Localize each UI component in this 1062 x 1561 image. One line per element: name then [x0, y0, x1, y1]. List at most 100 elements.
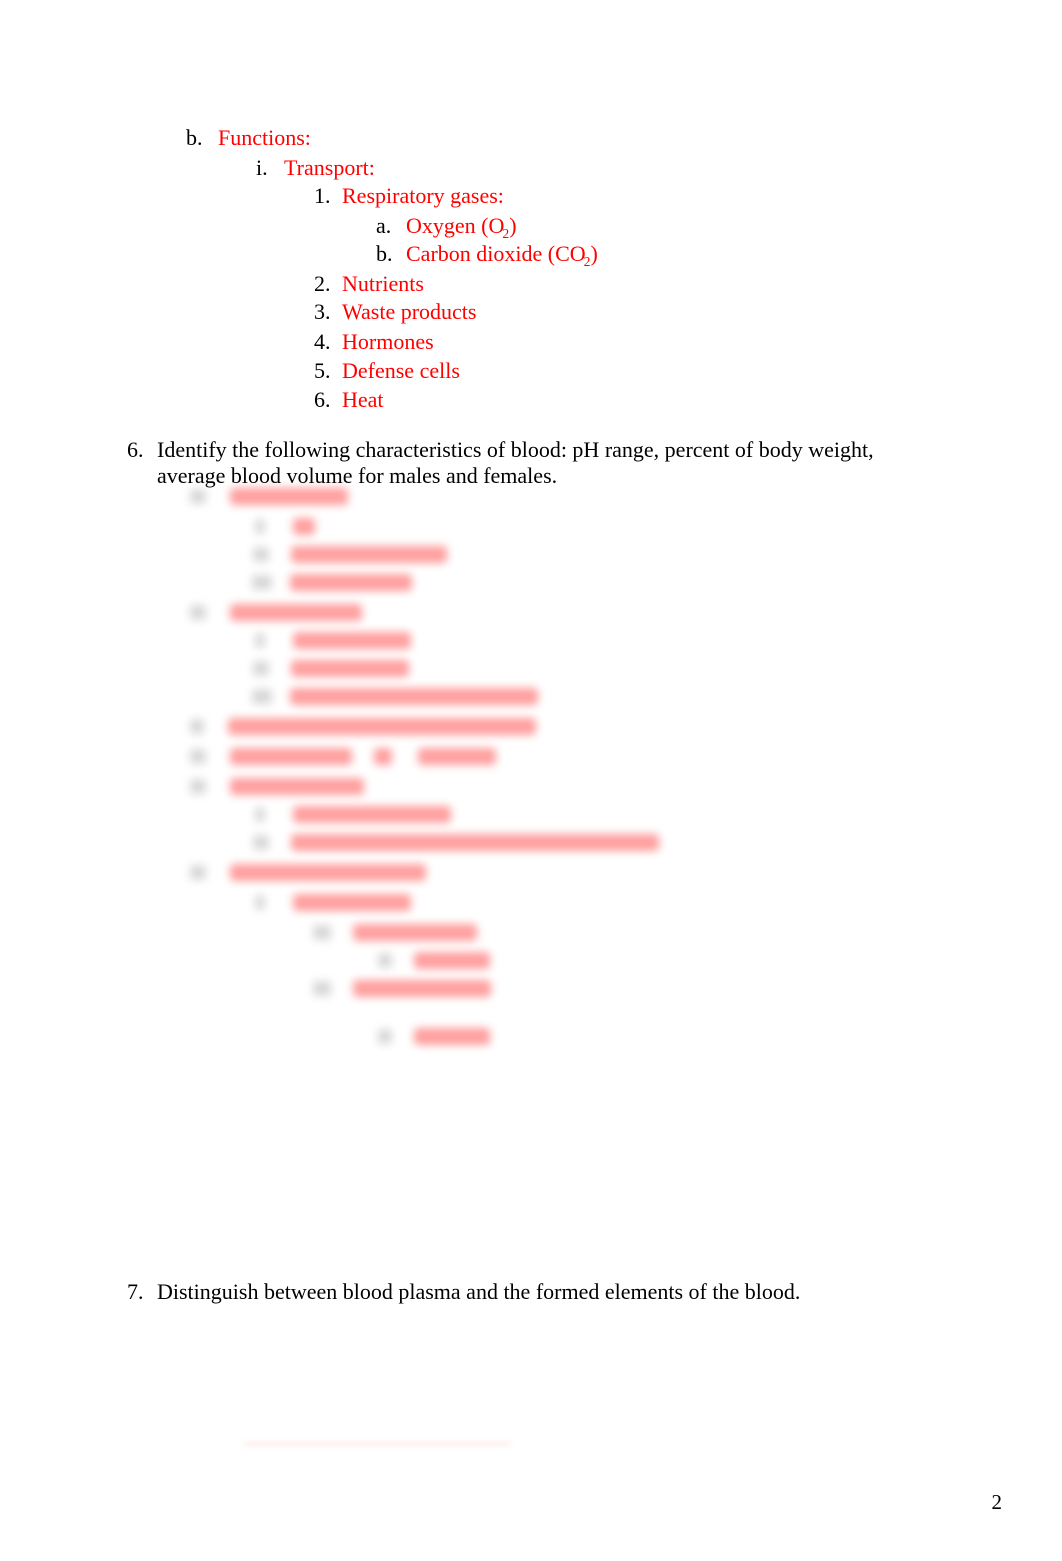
list-marker: 5.	[314, 358, 331, 383]
question-6: 6. Identify the following characteristic…	[127, 437, 909, 488]
redacted-text	[230, 604, 362, 621]
document-page: b. Functions: i. Transport: 1. Respirato…	[0, 0, 1062, 1561]
faint-divider	[245, 1443, 510, 1445]
redacted-text	[230, 488, 348, 505]
list-marker: 4.	[314, 329, 331, 354]
redacted-text	[353, 980, 491, 997]
outline-item-waste-products: 3. Waste products	[314, 301, 476, 323]
carbon-dioxide-label-post: )	[590, 241, 598, 266]
redacted-line	[255, 518, 315, 535]
list-marker: 3.	[314, 299, 331, 324]
redacted-line	[190, 778, 364, 795]
redacted-text	[414, 952, 490, 969]
outline-label-functions: Functions:	[218, 125, 311, 150]
redacted-list-marker	[190, 605, 206, 620]
redacted-list-marker	[253, 547, 269, 562]
question-6-text: Identify the following characteristics o…	[157, 437, 874, 488]
redacted-list-marker	[255, 807, 265, 822]
question-7-text: Distinguish between blood plasma and the…	[157, 1279, 801, 1304]
redacted-text	[374, 748, 392, 765]
redacted-list-marker	[255, 519, 265, 534]
question-6-number: 6.	[127, 437, 144, 462]
redacted-text	[293, 518, 315, 535]
list-marker: i.	[256, 155, 268, 180]
redacted-list-marker	[190, 489, 206, 504]
list-marker: b.	[376, 241, 393, 266]
redacted-list-marker	[255, 895, 265, 910]
redacted-list-marker	[253, 661, 269, 676]
redacted-line	[190, 864, 426, 881]
redacted-list-marker	[378, 1029, 392, 1044]
outline-item-heat: 6. Heat	[314, 389, 384, 411]
redacted-line	[190, 604, 362, 621]
redacted-text	[230, 748, 352, 765]
redacted-text	[353, 924, 477, 941]
outline-label-carbon-dioxide: Carbon dioxide (CO2)	[406, 241, 598, 269]
redacted-text	[293, 632, 411, 649]
redacted-list-marker	[253, 835, 269, 850]
outline-label-respiratory-gases: Respiratory gases:	[342, 183, 504, 208]
redacted-text	[418, 748, 496, 765]
page-number: 2	[991, 1490, 1003, 1514]
redacted-line	[378, 952, 490, 969]
redacted-line	[252, 688, 538, 705]
outline-item-nutrients: 2. Nutrients	[314, 273, 424, 295]
outline-item-defense-cells: 5. Defense cells	[314, 360, 460, 382]
list-marker: b.	[186, 125, 203, 150]
redacted-text	[291, 546, 447, 563]
outline-label-oxygen: Oxygen (O2)	[406, 213, 517, 241]
redacted-list-marker	[313, 925, 331, 940]
redacted-list-marker	[378, 953, 392, 968]
outline-item-carbon-dioxide: b. Carbon dioxide (CO2)	[376, 241, 598, 269]
redacted-line	[255, 894, 411, 911]
redacted-line	[190, 748, 496, 765]
outline-label-transport: Transport:	[284, 155, 375, 180]
outline-item-respiratory-gases: 1. Respiratory gases:	[314, 185, 504, 207]
redacted-line	[378, 1028, 490, 1045]
outline-item-transport: i. Transport:	[256, 157, 375, 179]
carbon-dioxide-label-pre: Carbon dioxide (CO	[406, 241, 586, 266]
redacted-list-marker	[190, 779, 206, 794]
redacted-line	[252, 574, 412, 591]
outline-label-hormones: Hormones	[342, 329, 434, 354]
redacted-text	[290, 688, 538, 705]
redacted-line	[190, 718, 536, 735]
redacted-text	[293, 894, 411, 911]
redacted-text	[228, 718, 536, 735]
list-marker: a.	[376, 213, 392, 238]
redacted-line	[190, 488, 348, 505]
redacted-list-marker	[252, 575, 272, 590]
outline-label-defense-cells: Defense cells	[342, 358, 460, 383]
redacted-line	[313, 980, 491, 997]
redacted-text	[230, 864, 426, 881]
list-marker: 6.	[314, 387, 331, 412]
redacted-text	[293, 806, 451, 823]
outline-item-functions: b. Functions:	[186, 127, 311, 149]
outline-label-waste-products: Waste products	[342, 299, 477, 324]
redacted-text	[230, 778, 364, 795]
outline-item-hormones: 4. Hormones	[314, 331, 434, 353]
redacted-list-marker	[190, 719, 204, 734]
oxygen-label-post: )	[509, 213, 517, 238]
redacted-text	[291, 834, 659, 851]
redacted-line	[253, 546, 447, 563]
oxygen-label-pre: Oxygen (O	[406, 213, 505, 238]
redacted-list-marker	[313, 981, 331, 996]
redacted-text	[290, 574, 412, 591]
redacted-line	[253, 660, 409, 677]
redacted-text	[414, 1028, 490, 1045]
redacted-answer-block	[0, 480, 1062, 1080]
list-marker: 1.	[314, 183, 331, 208]
redacted-list-marker	[190, 749, 206, 764]
outline-item-oxygen: a. Oxygen (O2)	[376, 213, 517, 241]
redacted-text	[291, 660, 409, 677]
redacted-line	[253, 834, 659, 851]
outline-label-heat: Heat	[342, 387, 384, 412]
question-7-number: 7.	[127, 1279, 144, 1304]
redacted-line	[255, 806, 451, 823]
redacted-line	[313, 924, 477, 941]
redacted-list-marker	[252, 689, 272, 704]
redacted-list-marker	[255, 633, 265, 648]
outline-label-nutrients: Nutrients	[342, 271, 424, 296]
question-7: 7. Distinguish between blood plasma and …	[127, 1279, 927, 1305]
